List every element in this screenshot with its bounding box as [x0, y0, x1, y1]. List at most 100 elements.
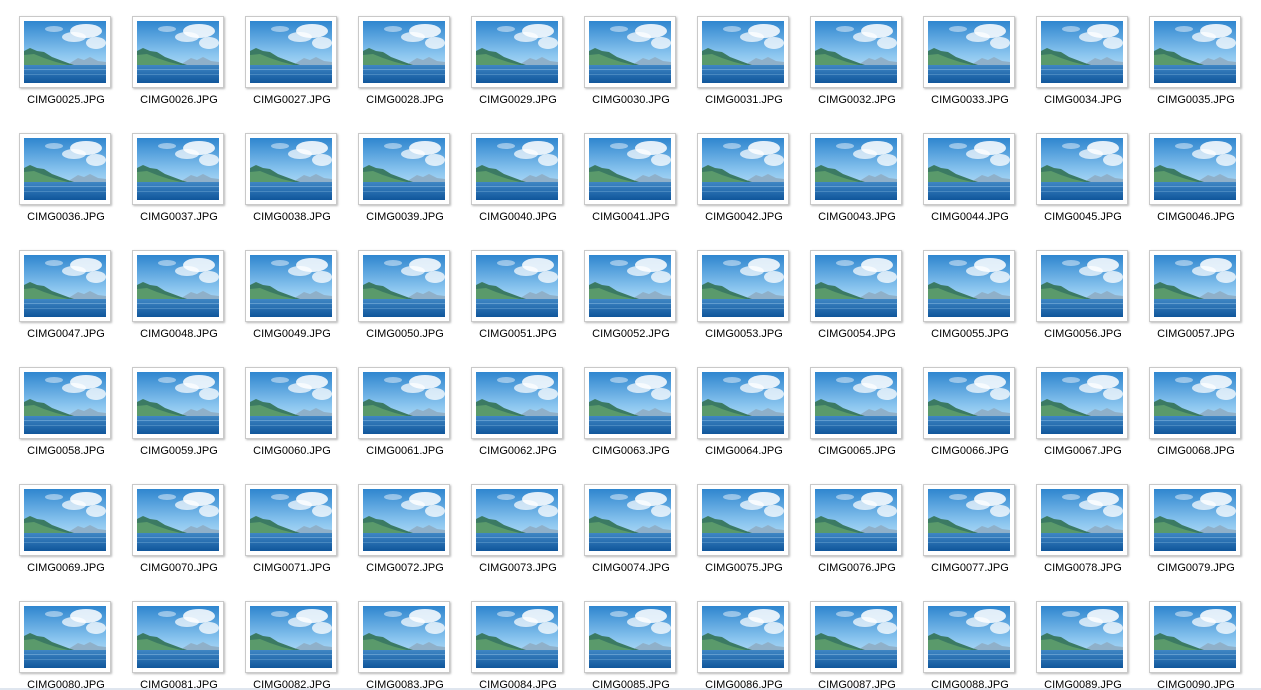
file-item[interactable]: CIMG0037.JPG [126, 117, 239, 234]
file-item[interactable]: CIMG0057.JPG [1143, 234, 1256, 351]
jpeg-image-icon [132, 484, 224, 556]
file-item[interactable]: CIMG0041.JPG [578, 117, 691, 234]
file-name-label: CIMG0076.JPG [818, 562, 896, 574]
file-item[interactable]: CIMG0090.JPG [1143, 585, 1256, 690]
file-item[interactable]: CIMG0060.JPG [239, 351, 352, 468]
file-item[interactable]: CIMG0035.JPG [1143, 0, 1256, 117]
jpeg-image-icon [1036, 16, 1128, 88]
file-name-label: CIMG0064.JPG [705, 445, 783, 457]
file-item[interactable]: CIMG0059.JPG [126, 351, 239, 468]
jpeg-image-icon [584, 367, 676, 439]
file-item[interactable]: CIMG0054.JPG [804, 234, 917, 351]
file-item[interactable]: CIMG0047.JPG [13, 234, 126, 351]
file-item[interactable]: CIMG0071.JPG [239, 468, 352, 585]
file-item[interactable]: CIMG0025.JPG [13, 0, 126, 117]
file-item[interactable]: CIMG0026.JPG [126, 0, 239, 117]
jpeg-image-icon [358, 250, 450, 322]
file-item[interactable]: CIMG0043.JPG [804, 117, 917, 234]
jpeg-image-icon [19, 601, 111, 673]
file-item[interactable]: CIMG0045.JPG [1030, 117, 1143, 234]
file-item[interactable]: CIMG0058.JPG [13, 351, 126, 468]
jpeg-image-icon [245, 250, 337, 322]
file-item[interactable]: CIMG0065.JPG [804, 351, 917, 468]
file-item[interactable]: CIMG0039.JPG [352, 117, 465, 234]
file-name-label: CIMG0059.JPG [140, 445, 218, 457]
file-name-label: CIMG0056.JPG [1044, 328, 1122, 340]
file-item[interactable]: CIMG0076.JPG [804, 468, 917, 585]
file-item[interactable]: CIMG0078.JPG [1030, 468, 1143, 585]
file-item[interactable]: CIMG0082.JPG [239, 585, 352, 690]
file-item[interactable]: CIMG0052.JPG [578, 234, 691, 351]
file-item[interactable]: CIMG0029.JPG [465, 0, 578, 117]
file-item[interactable]: CIMG0084.JPG [465, 585, 578, 690]
file-item[interactable]: CIMG0066.JPG [917, 351, 1030, 468]
file-item[interactable]: CIMG0064.JPG [691, 351, 804, 468]
jpeg-image-icon [19, 250, 111, 322]
jpeg-image-icon [471, 484, 563, 556]
file-item[interactable]: CIMG0075.JPG [691, 468, 804, 585]
file-item[interactable]: CIMG0072.JPG [352, 468, 465, 585]
file-item[interactable]: CIMG0050.JPG [352, 234, 465, 351]
file-name-label: CIMG0044.JPG [931, 211, 1009, 223]
file-name-label: CIMG0078.JPG [1044, 562, 1122, 574]
file-item[interactable]: CIMG0067.JPG [1030, 351, 1143, 468]
file-item[interactable]: CIMG0089.JPG [1030, 585, 1143, 690]
file-item[interactable]: CIMG0055.JPG [917, 234, 1030, 351]
jpeg-image-icon [358, 367, 450, 439]
jpeg-image-icon [584, 601, 676, 673]
file-item[interactable]: CIMG0042.JPG [691, 117, 804, 234]
file-item[interactable]: CIMG0068.JPG [1143, 351, 1256, 468]
file-item[interactable]: CIMG0028.JPG [352, 0, 465, 117]
file-item[interactable]: CIMG0030.JPG [578, 0, 691, 117]
file-item[interactable]: CIMG0080.JPG [13, 585, 126, 690]
file-item[interactable]: CIMG0034.JPG [1030, 0, 1143, 117]
jpeg-image-icon [245, 601, 337, 673]
file-item[interactable]: CIMG0027.JPG [239, 0, 352, 117]
file-item[interactable]: CIMG0046.JPG [1143, 117, 1256, 234]
file-name-label: CIMG0058.JPG [27, 445, 105, 457]
file-item[interactable]: CIMG0044.JPG [917, 117, 1030, 234]
file-item[interactable]: CIMG0069.JPG [13, 468, 126, 585]
jpeg-image-icon [132, 250, 224, 322]
file-item[interactable]: CIMG0062.JPG [465, 351, 578, 468]
file-item[interactable]: CIMG0053.JPG [691, 234, 804, 351]
file-item[interactable]: CIMG0056.JPG [1030, 234, 1143, 351]
file-item[interactable]: CIMG0083.JPG [352, 585, 465, 690]
file-item[interactable]: CIMG0073.JPG [465, 468, 578, 585]
file-item[interactable]: CIMG0038.JPG [239, 117, 352, 234]
file-name-label: CIMG0031.JPG [705, 94, 783, 106]
file-item[interactable]: CIMG0086.JPG [691, 585, 804, 690]
file-item[interactable]: CIMG0061.JPG [352, 351, 465, 468]
file-item[interactable]: CIMG0063.JPG [578, 351, 691, 468]
file-name-label: CIMG0047.JPG [27, 328, 105, 340]
file-item[interactable]: CIMG0070.JPG [126, 468, 239, 585]
file-item[interactable]: CIMG0049.JPG [239, 234, 352, 351]
file-item[interactable]: CIMG0079.JPG [1143, 468, 1256, 585]
jpeg-image-icon [19, 484, 111, 556]
file-item[interactable]: CIMG0033.JPG [917, 0, 1030, 117]
jpeg-image-icon [19, 16, 111, 88]
file-name-label: CIMG0034.JPG [1044, 94, 1122, 106]
file-item[interactable]: CIMG0085.JPG [578, 585, 691, 690]
file-name-label: CIMG0046.JPG [1157, 211, 1235, 223]
file-item[interactable]: CIMG0032.JPG [804, 0, 917, 117]
jpeg-image-icon [584, 250, 676, 322]
jpeg-image-icon [923, 133, 1015, 205]
file-item[interactable]: CIMG0031.JPG [691, 0, 804, 117]
file-item[interactable]: CIMG0040.JPG [465, 117, 578, 234]
file-item[interactable]: CIMG0088.JPG [917, 585, 1030, 690]
file-item[interactable]: CIMG0074.JPG [578, 468, 691, 585]
jpeg-image-icon [923, 16, 1015, 88]
file-item[interactable]: CIMG0036.JPG [13, 117, 126, 234]
jpeg-image-icon [697, 601, 789, 673]
file-item[interactable]: CIMG0077.JPG [917, 468, 1030, 585]
file-item[interactable]: CIMG0051.JPG [465, 234, 578, 351]
file-name-label: CIMG0069.JPG [27, 562, 105, 574]
file-item[interactable]: CIMG0081.JPG [126, 585, 239, 690]
jpeg-image-icon [358, 16, 450, 88]
file-name-label: CIMG0049.JPG [253, 328, 331, 340]
jpeg-image-icon [132, 601, 224, 673]
file-item[interactable]: CIMG0048.JPG [126, 234, 239, 351]
file-item[interactable]: CIMG0087.JPG [804, 585, 917, 690]
file-name-label: CIMG0048.JPG [140, 328, 218, 340]
